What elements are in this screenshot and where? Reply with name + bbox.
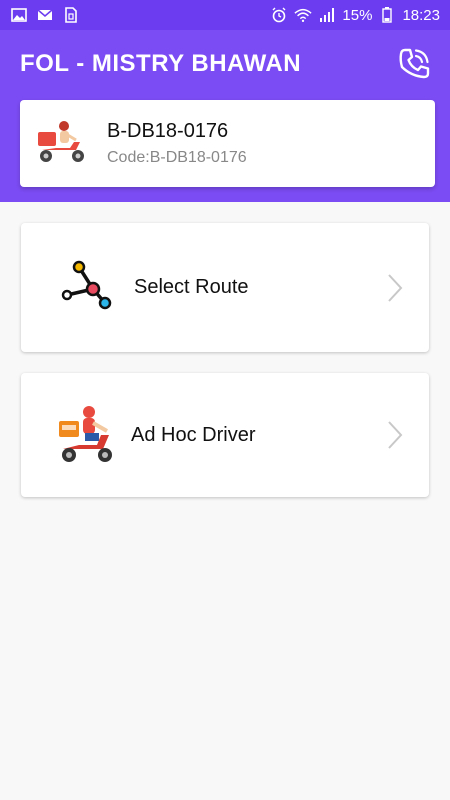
- battery-percent: 15%: [342, 6, 373, 24]
- phone-call-icon: [396, 46, 432, 87]
- select-route-label: Select Route: [134, 276, 249, 298]
- mail-icon: [36, 6, 54, 24]
- ad-hoc-driver-label: Ad Hoc Driver: [131, 424, 256, 446]
- status-bar: 15% 18:23: [0, 0, 450, 30]
- vehicle-code: Code:B-DB18-0176: [107, 149, 247, 166]
- page-title: FOL - MISTRY BHAWAN: [20, 50, 302, 77]
- alarm-icon: [270, 6, 288, 24]
- clock: 18:23: [402, 6, 440, 24]
- call-button[interactable]: [392, 44, 436, 88]
- select-route-button[interactable]: Select Route: [21, 223, 429, 352]
- delivery-rider-icon: [57, 405, 117, 465]
- battery-icon: [378, 6, 396, 24]
- vehicle-card: B-DB18-0176 Code:B-DB18-0176: [20, 100, 435, 187]
- sim-icon: [62, 6, 80, 24]
- gallery-icon: [10, 6, 28, 24]
- vehicle-number: B-DB18-0176: [107, 120, 229, 142]
- chevron-right-icon: [387, 420, 403, 450]
- status-left-icons: [10, 6, 80, 24]
- ad-hoc-driver-button[interactable]: Ad Hoc Driver: [21, 373, 429, 497]
- chevron-right-icon: [387, 273, 403, 303]
- delivery-scooter-icon: [36, 118, 90, 168]
- route-nodes-icon: [57, 259, 117, 319]
- wifi-icon: [294, 6, 312, 24]
- signal-icon: [318, 6, 336, 24]
- status-right-icons: 15% 18:23: [270, 6, 440, 24]
